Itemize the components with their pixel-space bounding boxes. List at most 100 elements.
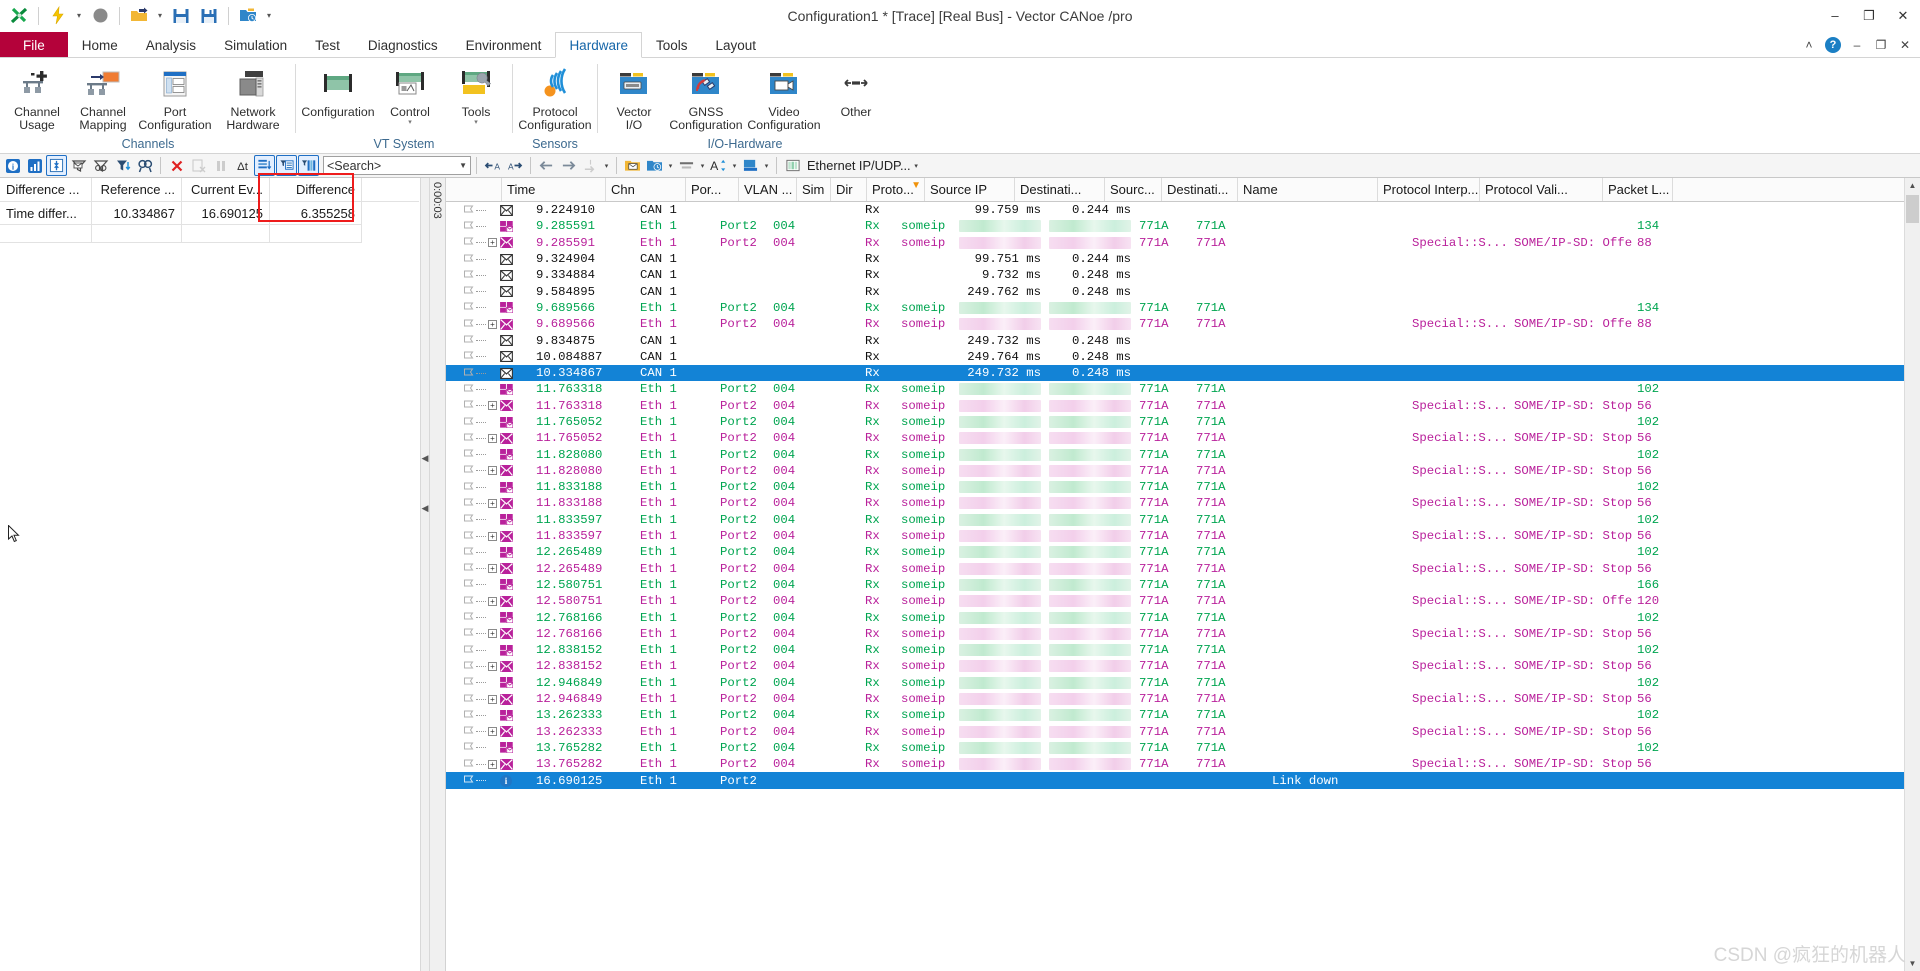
search-input[interactable]: <Search> ▼ [323, 156, 471, 175]
trace-col-source-port[interactable]: Sourc... [1105, 178, 1162, 201]
stop-filter-button[interactable] [90, 155, 111, 176]
expand-row-icon[interactable]: + [488, 759, 497, 769]
table-row[interactable]: 13.262333 Eth 1 Port2 004 Rx someip 771A 771A 10… [446, 707, 1920, 723]
find-previous-icon[interactable]: A [482, 155, 503, 176]
trace-col-port[interactable]: Por... [686, 178, 739, 201]
row-tree-cell[interactable] [476, 644, 532, 656]
color-scheme-icon[interactable] [740, 155, 761, 176]
row-marker-gutter[interactable] [446, 661, 476, 672]
row-height-icon[interactable] [676, 155, 697, 176]
row-tree-cell[interactable] [476, 612, 532, 624]
table-row[interactable]: 9.224910 CAN 1 Rx 99.759 ms 0.244 ms [446, 202, 1920, 218]
row-tree-cell[interactable] [476, 351, 532, 363]
filter-messages-button[interactable] [68, 155, 89, 176]
row-tree-cell[interactable]: + [476, 628, 532, 640]
difference-col-1[interactable]: Reference ... [92, 178, 182, 201]
difference-col-2[interactable]: Current Ev... [182, 178, 270, 201]
table-row[interactable]: 9.689566 Eth 1 Port2 004 Rx someip 771A 771A 134 [446, 300, 1920, 316]
row-tree-cell[interactable] [476, 335, 532, 347]
table-row[interactable]: +11.833188 Eth 1 Port2 004 Rx someip 771A 771A S… [446, 495, 1920, 511]
find-button[interactable] [134, 155, 155, 176]
row-marker-gutter[interactable] [446, 351, 476, 362]
sort-filter-button[interactable] [112, 155, 133, 176]
trace-col-packet-length[interactable]: Packet L... [1603, 178, 1673, 201]
clear-button[interactable] [166, 155, 187, 176]
expand-row-icon[interactable]: + [488, 498, 497, 508]
row-marker-gutter[interactable] [446, 270, 476, 281]
row-marker-gutter[interactable] [446, 482, 476, 493]
back-arrow-icon[interactable] [536, 155, 557, 176]
row-marker-gutter[interactable] [446, 335, 476, 346]
table-row[interactable]: +12.838152 Eth 1 Port2 004 Rx someip 771A 771A S… [446, 658, 1920, 674]
table-row[interactable]: +9.689566 Eth 1 Port2 004 Rx someip 771A 771A Sp… [446, 316, 1920, 332]
row-tree-cell[interactable] [476, 253, 532, 265]
font-size-icon[interactable]: A [708, 155, 729, 176]
difference-panel-row[interactable]: Time differ... 10.334867 16.690125 6.355… [0, 202, 419, 225]
tab-environment[interactable]: Environment [452, 32, 556, 57]
row-tree-cell[interactable]: + [476, 432, 532, 444]
ribbon-button-channel-usage[interactable]: Channel Usage [4, 63, 70, 132]
table-row[interactable]: 12.768166 Eth 1 Port2 004 Rx someip 771A 771A 10… [446, 609, 1920, 625]
row-marker-gutter[interactable] [446, 302, 476, 313]
row-tree-cell[interactable]: + [476, 595, 532, 607]
table-row[interactable]: 12.946849 Eth 1 Port2 004 Rx someip 771A 771A 10… [446, 675, 1920, 691]
table-row[interactable]: 11.833597 Eth 1 Port2 004 Rx someip 771A 771A 10… [446, 512, 1920, 528]
expand-row-icon[interactable]: + [488, 319, 497, 329]
tab-hardware[interactable]: Hardware [555, 32, 642, 58]
chevron-down-icon-goto[interactable]: ▾ [602, 162, 611, 170]
restore-doc-icon[interactable]: ❐ [1870, 34, 1892, 56]
row-marker-gutter[interactable] [446, 628, 476, 639]
row-marker-gutter[interactable] [446, 759, 476, 770]
row-marker-gutter[interactable] [446, 710, 476, 721]
chevron-down-icon[interactable]: ▾ [408, 119, 412, 126]
minimize-doc-icon[interactable]: – [1846, 34, 1868, 56]
row-tree-cell[interactable]: + [476, 660, 532, 672]
expand-row-icon[interactable]: + [488, 564, 497, 574]
view-selector-label[interactable]: Ethernet IP/UDP... [804, 158, 911, 173]
help-icon[interactable]: ? [1822, 34, 1844, 56]
row-tree-cell[interactable]: + [476, 563, 532, 575]
row-marker-gutter[interactable] [446, 384, 476, 395]
table-row[interactable]: +9.285591 Eth 1 Port2 004 Rx someip 771A 771A Sp… [446, 235, 1920, 251]
row-tree-cell[interactable]: + [476, 693, 532, 705]
tab-simulation[interactable]: Simulation [210, 32, 301, 57]
row-marker-gutter[interactable] [446, 742, 476, 753]
table-row[interactable]: +13.765282 Eth 1 Port2 004 Rx someip 771A 771A S… [446, 756, 1920, 772]
table-row[interactable]: 11.828080 Eth 1 Port2 004 Rx someip 771A 771A 10… [446, 446, 1920, 462]
row-tree-cell[interactable] [476, 204, 532, 216]
chevron-down-icon[interactable]: ▼ [459, 161, 467, 170]
row-marker-gutter[interactable] [446, 579, 476, 590]
row-marker-gutter[interactable] [446, 612, 476, 623]
statistics-button[interactable] [24, 155, 45, 176]
row-marker-gutter[interactable] [446, 205, 476, 216]
tab-analysis[interactable]: Analysis [132, 32, 210, 57]
expand-row-icon[interactable]: + [488, 531, 497, 541]
ribbon-button-channel-mapping[interactable]: Channel Mapping [70, 63, 136, 132]
scroll-down-button[interactable]: ▼ [1905, 956, 1920, 971]
table-row[interactable]: +12.946849 Eth 1 Port2 004 Rx someip 771A 771A S… [446, 691, 1920, 707]
time-delta-button[interactable]: Δt [232, 155, 253, 176]
row-marker-gutter[interactable] [446, 286, 476, 297]
trace-col-protocol-interp[interactable]: Protocol Interp... [1378, 178, 1480, 201]
row-tree-cell[interactable]: + [476, 318, 532, 330]
canoe-logo-icon[interactable] [6, 3, 32, 29]
table-row[interactable]: +11.763318 Eth 1 Port2 004 Rx someip 771A 771A S… [446, 398, 1920, 414]
row-marker-gutter[interactable] [446, 596, 476, 607]
row-marker-gutter[interactable] [446, 449, 476, 460]
lightning-icon[interactable] [45, 3, 71, 29]
row-tree-cell[interactable]: + [476, 497, 532, 509]
sort-order-button[interactable] [254, 155, 275, 176]
trace-col-protocol-validation[interactable]: Protocol Vali... [1480, 178, 1603, 201]
tab-file[interactable]: File [0, 32, 68, 57]
tab-tools[interactable]: Tools [642, 32, 702, 57]
row-marker-gutter[interactable] [446, 498, 476, 509]
table-row[interactable]: 11.765052 Eth 1 Port2 004 Rx someip 771A 771A 10… [446, 414, 1920, 430]
table-row[interactable]: +12.580751 Eth 1 Port2 004 Rx someip 771A 771A S… [446, 593, 1920, 609]
find-next-icon[interactable]: A [504, 155, 525, 176]
ribbon-button-vt-configuration[interactable]: Configuration [299, 63, 377, 119]
goto-icon[interactable] [580, 155, 601, 176]
row-marker-gutter[interactable] [446, 677, 476, 688]
row-tree-cell[interactable]: + [476, 726, 532, 738]
logging-icon[interactable] [644, 155, 665, 176]
table-row[interactable]: 9.834875 CAN 1 Rx 249.732 ms 0.248 ms [446, 332, 1920, 348]
